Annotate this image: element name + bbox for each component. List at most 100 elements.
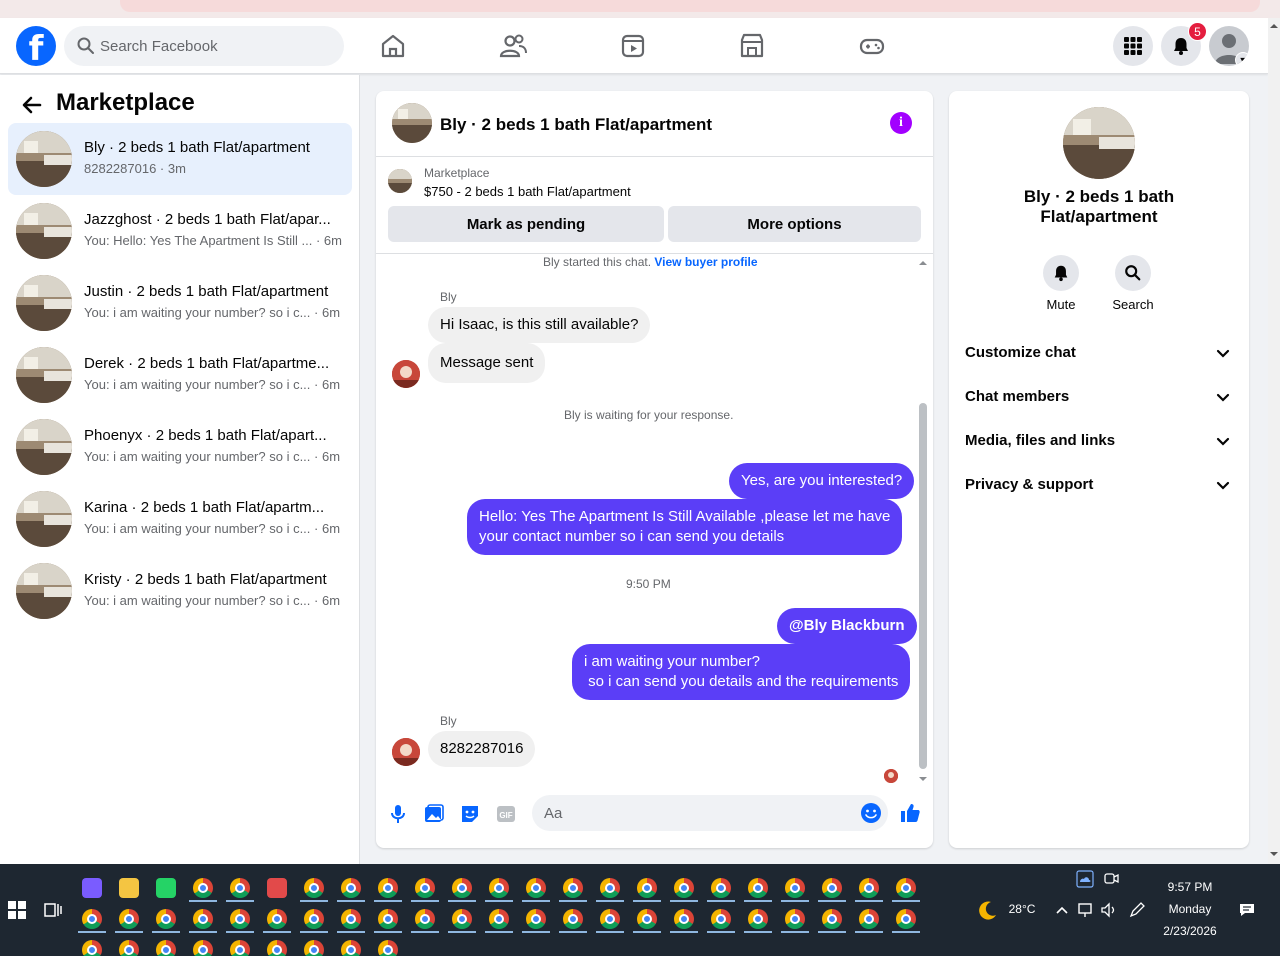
friends-icon[interactable] <box>497 30 529 62</box>
chrome-icon[interactable] <box>415 878 435 898</box>
chrome-icon[interactable] <box>637 878 657 898</box>
back-arrow-icon[interactable] <box>20 93 44 117</box>
chat-members-section[interactable]: Chat members <box>957 375 1241 419</box>
chrome-icon[interactable] <box>859 878 879 898</box>
chrome-icon[interactable] <box>304 909 324 929</box>
chrome-icon[interactable] <box>822 878 842 898</box>
chrome-icon[interactable] <box>82 909 102 929</box>
task-view-icon[interactable] <box>44 901 62 919</box>
chrome-icon[interactable] <box>304 878 324 898</box>
conversation-item[interactable]: Jazzghost · 2 beds 1 bath Flat/apar... Y… <box>8 195 352 267</box>
scrollbar-thumb[interactable] <box>919 403 927 769</box>
chrome-icon[interactable] <box>415 909 435 929</box>
message-input[interactable] <box>544 795 844 831</box>
privacy-support-section[interactable]: Privacy & support <box>957 463 1241 507</box>
chrome-icon[interactable] <box>304 940 324 956</box>
chrome-icon[interactable] <box>489 878 509 898</box>
chrome-icon[interactable] <box>785 909 805 929</box>
chrome-icon[interactable] <box>748 909 768 929</box>
marketplace-icon[interactable] <box>736 30 768 62</box>
chrome-icon[interactable] <box>563 909 583 929</box>
emoji-icon[interactable] <box>860 802 882 824</box>
sender-avatar[interactable] <box>392 360 420 388</box>
sender-avatar[interactable] <box>392 738 420 766</box>
conversation-item[interactable]: Derek · 2 beds 1 bath Flat/apartme... Yo… <box>8 339 352 411</box>
page-scrollbar[interactable] <box>1268 18 1280 864</box>
sticker-icon[interactable] <box>459 803 481 825</box>
facebook-logo-icon[interactable]: f <box>16 26 56 66</box>
clock-day[interactable]: Monday <box>1156 902 1224 916</box>
chrome-icon[interactable] <box>748 878 768 898</box>
temperature[interactable]: 28°C <box>1005 902 1039 916</box>
conversation-item[interactable]: Kristy · 2 beds 1 bath Flat/apartment Yo… <box>8 555 352 627</box>
chrome-icon[interactable] <box>230 940 250 956</box>
chrome-icon[interactable] <box>193 940 213 956</box>
chrome-icon[interactable] <box>119 940 139 956</box>
scroll-down-arrow-icon[interactable] <box>1268 848 1280 860</box>
chrome-icon[interactable] <box>156 940 176 956</box>
photo-icon[interactable] <box>423 803 445 825</box>
chrome-icon[interactable] <box>489 909 509 929</box>
chrome-icon[interactable] <box>785 878 805 898</box>
chrome-icon[interactable] <box>193 878 213 898</box>
view-buyer-profile-link[interactable]: View buyer profile <box>654 255 757 269</box>
chrome-icon[interactable] <box>341 909 361 929</box>
conversation-item[interactable]: Phoenyx · 2 beds 1 bath Flat/apart... Yo… <box>8 411 352 483</box>
pen-icon[interactable] <box>1128 901 1146 919</box>
file-explorer-icon[interactable] <box>119 878 139 898</box>
chrome-icon[interactable] <box>711 909 731 929</box>
microphone-icon[interactable] <box>387 803 409 825</box>
chrome-icon[interactable] <box>156 909 176 929</box>
media-files-links-section[interactable]: Media, files and links <box>957 419 1241 463</box>
info-icon[interactable]: i <box>890 112 912 134</box>
chrome-icon[interactable] <box>526 909 546 929</box>
search-in-chat-button[interactable]: Search <box>1103 255 1163 312</box>
chrome-icon[interactable] <box>341 940 361 956</box>
conversation-item[interactable]: Justin · 2 beds 1 bath Flat/apartment Yo… <box>8 267 352 339</box>
onedrive-icon[interactable] <box>1076 870 1094 888</box>
chrome-icon[interactable] <box>674 878 694 898</box>
mute-button[interactable]: Mute <box>1031 255 1091 312</box>
chrome-icon[interactable] <box>230 878 250 898</box>
windows-start-icon[interactable] <box>8 901 26 919</box>
chrome-icon[interactable] <box>230 909 250 929</box>
conversation-item[interactable]: Karina · 2 beds 1 bath Flat/apartm... Yo… <box>8 483 352 555</box>
chrome-icon[interactable] <box>452 878 472 898</box>
meet-now-icon[interactable] <box>1102 870 1120 888</box>
chrome-icon[interactable] <box>711 878 731 898</box>
chrome-icon[interactable] <box>119 909 139 929</box>
volume-icon[interactable] <box>1100 901 1118 919</box>
customize-chat-section[interactable]: Customize chat <box>957 331 1241 375</box>
clock-date[interactable]: 2/23/2026 <box>1156 924 1224 938</box>
chrome-icon[interactable] <box>378 940 398 956</box>
chrome-icon[interactable] <box>267 909 287 929</box>
chrome-icon[interactable] <box>896 909 916 929</box>
notifications-button[interactable]: 5 <box>1161 22 1207 66</box>
scroll-down-arrow-icon[interactable] <box>917 773 929 785</box>
gaming-icon[interactable] <box>856 30 888 62</box>
chrome-icon[interactable] <box>193 909 213 929</box>
home-icon[interactable] <box>377 30 409 62</box>
chrome-icon[interactable] <box>341 878 361 898</box>
chevron-up-icon[interactable] <box>1055 903 1069 917</box>
chrome-icon[interactable] <box>378 878 398 898</box>
chrome-icon[interactable] <box>378 909 398 929</box>
search-input[interactable] <box>100 26 336 66</box>
gif-icon[interactable]: GIF <box>495 803 517 825</box>
search-bar[interactable] <box>64 26 344 66</box>
thumbs-up-icon[interactable] <box>899 802 921 824</box>
menu-button[interactable] <box>1113 26 1153 66</box>
chrome-icon[interactable] <box>822 909 842 929</box>
address-bar[interactable] <box>120 0 1260 12</box>
account-avatar[interactable]: ▼ <box>1209 26 1249 66</box>
more-options-button[interactable]: More options <box>668 206 921 242</box>
chrome-icon[interactable] <box>637 909 657 929</box>
chrome-icon[interactable] <box>600 878 620 898</box>
chrome-icon[interactable] <box>859 909 879 929</box>
clock-time[interactable]: 9:57 PM <box>1156 880 1224 894</box>
chrome-icon[interactable] <box>526 878 546 898</box>
listing-price[interactable]: $750 - 2 beds 1 bath Flat/apartment <box>424 184 631 199</box>
chrome-icon[interactable] <box>674 909 694 929</box>
whatsapp-icon[interactable] <box>156 878 176 898</box>
conversation-item[interactable]: Bly · 2 beds 1 bath Flat/apartment 82822… <box>8 123 352 195</box>
